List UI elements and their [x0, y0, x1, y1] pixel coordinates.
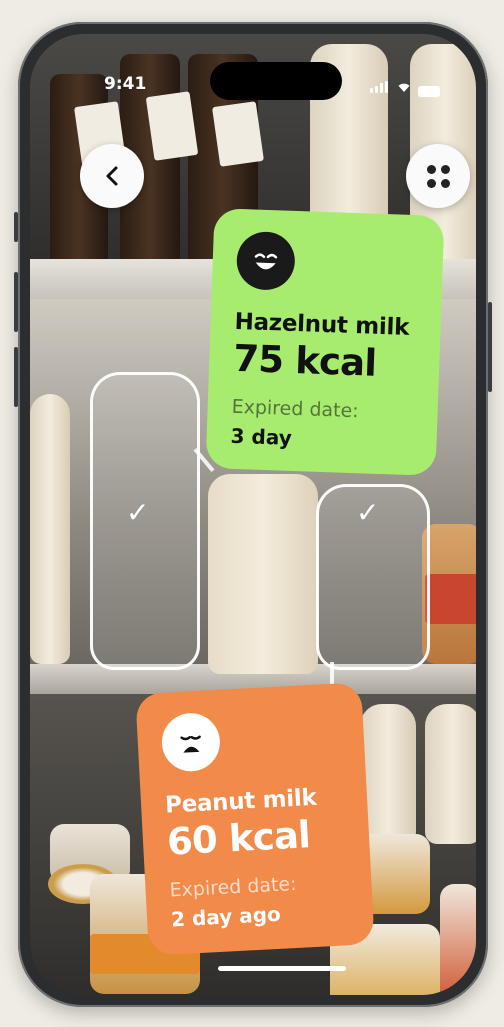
- back-button[interactable]: [80, 144, 144, 208]
- signal-icon: [370, 78, 390, 97]
- product-kcal: 75 kcal: [232, 336, 378, 385]
- menu-button[interactable]: [406, 144, 470, 208]
- wifi-icon: [396, 78, 412, 97]
- sad-face-icon: [160, 711, 222, 773]
- checkmark-icon: ✓: [356, 496, 380, 529]
- happy-face-icon: [235, 230, 296, 291]
- product-card-hazelnut[interactable]: Hazelnut milk 75 kcal Expired date: 3 da…: [205, 208, 445, 476]
- status-icons: [370, 78, 440, 97]
- phone-frame: 9:41 ✓ ✓ Hazelnut milk 75 kcal Expired d…: [14, 22, 492, 1007]
- status-time: 9:41: [104, 74, 147, 94]
- product-name: Hazelnut milk: [234, 308, 410, 341]
- expired-date-label: Expired date:: [169, 872, 298, 902]
- product-card-peanut[interactable]: Peanut milk 60 kcal Expired date: 2 day …: [135, 682, 375, 956]
- dynamic-island: [210, 62, 342, 100]
- home-indicator[interactable]: [218, 966, 346, 971]
- expired-date-value: 3 day: [230, 423, 293, 450]
- connector-line: [330, 662, 334, 684]
- power-button: [488, 302, 492, 392]
- volume-up-button: [14, 272, 18, 332]
- expired-date-label: Expired date:: [231, 395, 360, 423]
- grid-dots-icon: [426, 164, 450, 188]
- product-kcal: 60 kcal: [165, 813, 311, 864]
- checkmark-icon: ✓: [126, 496, 150, 529]
- screen: 9:41 ✓ ✓ Hazelnut milk 75 kcal Expired d…: [30, 34, 476, 995]
- mute-switch: [14, 212, 18, 242]
- expired-date-value: 2 day ago: [170, 901, 282, 932]
- chevron-left-icon: [106, 166, 118, 186]
- volume-down-button: [14, 347, 18, 407]
- battery-icon: [418, 86, 440, 97]
